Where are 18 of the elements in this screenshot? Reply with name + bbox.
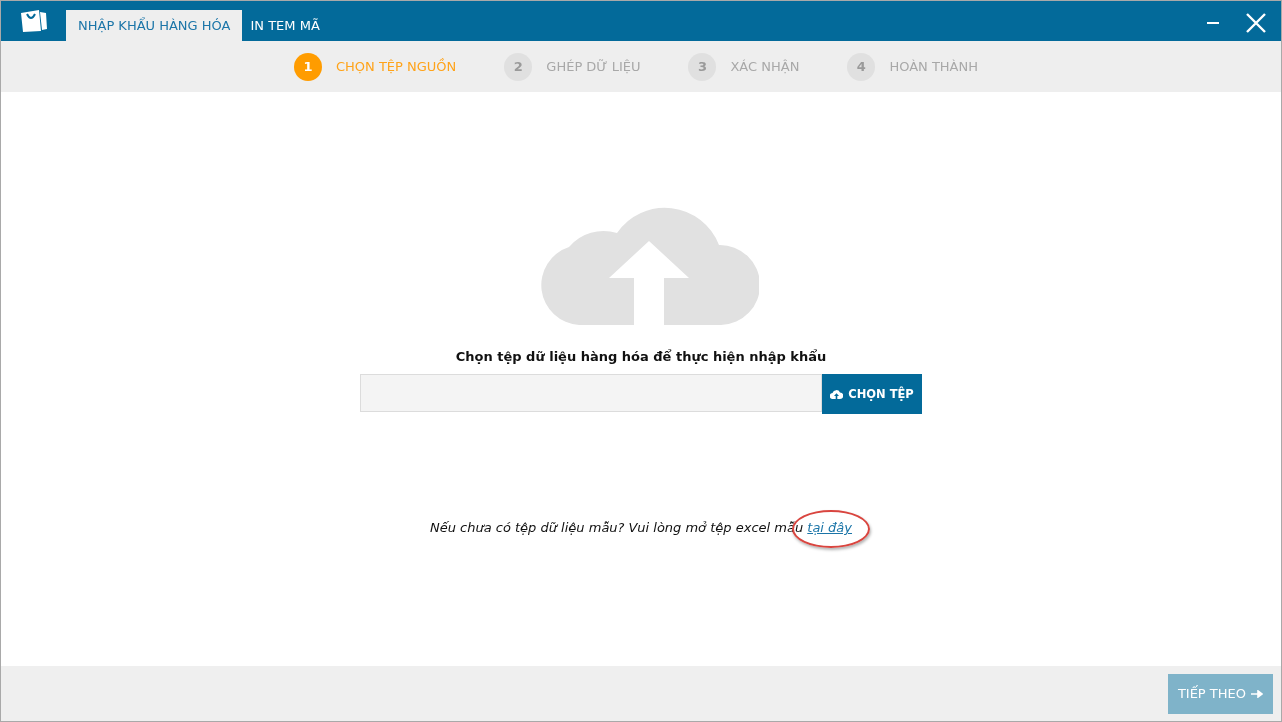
cloud-upload-icon [830, 389, 844, 399]
tab[interactable]: NHẬP KHẨU HÀNG HÓA [66, 10, 243, 41]
tab[interactable]: IN TEM MÃ [242, 10, 328, 41]
step-number: 3 [688, 52, 717, 81]
step-label: HOÀN THÀNH [889, 59, 978, 74]
arrow-right-icon [1251, 689, 1263, 698]
download-template-link[interactable]: tại đây [807, 520, 852, 535]
step-number: 4 [847, 52, 876, 81]
step-label: GHÉP DỮ LIỆU [546, 59, 641, 74]
upload-instruction: Chọn tệp dữ liệu hàng hóa để thực hiện nhập khẩu [455, 349, 827, 364]
close-icon[interactable] [1246, 13, 1266, 33]
file-path-field[interactable] [360, 374, 822, 412]
step-number: 2 [504, 52, 533, 81]
shopping-bag-icon [19, 9, 49, 33]
step-number: 1 [294, 52, 322, 81]
step-label: CHỌN TỆP NGUỒN [336, 59, 457, 74]
step-label: XÁC NHẬN [730, 59, 800, 74]
choose-file-button[interactable]: CHỌN TỆP [822, 374, 922, 414]
